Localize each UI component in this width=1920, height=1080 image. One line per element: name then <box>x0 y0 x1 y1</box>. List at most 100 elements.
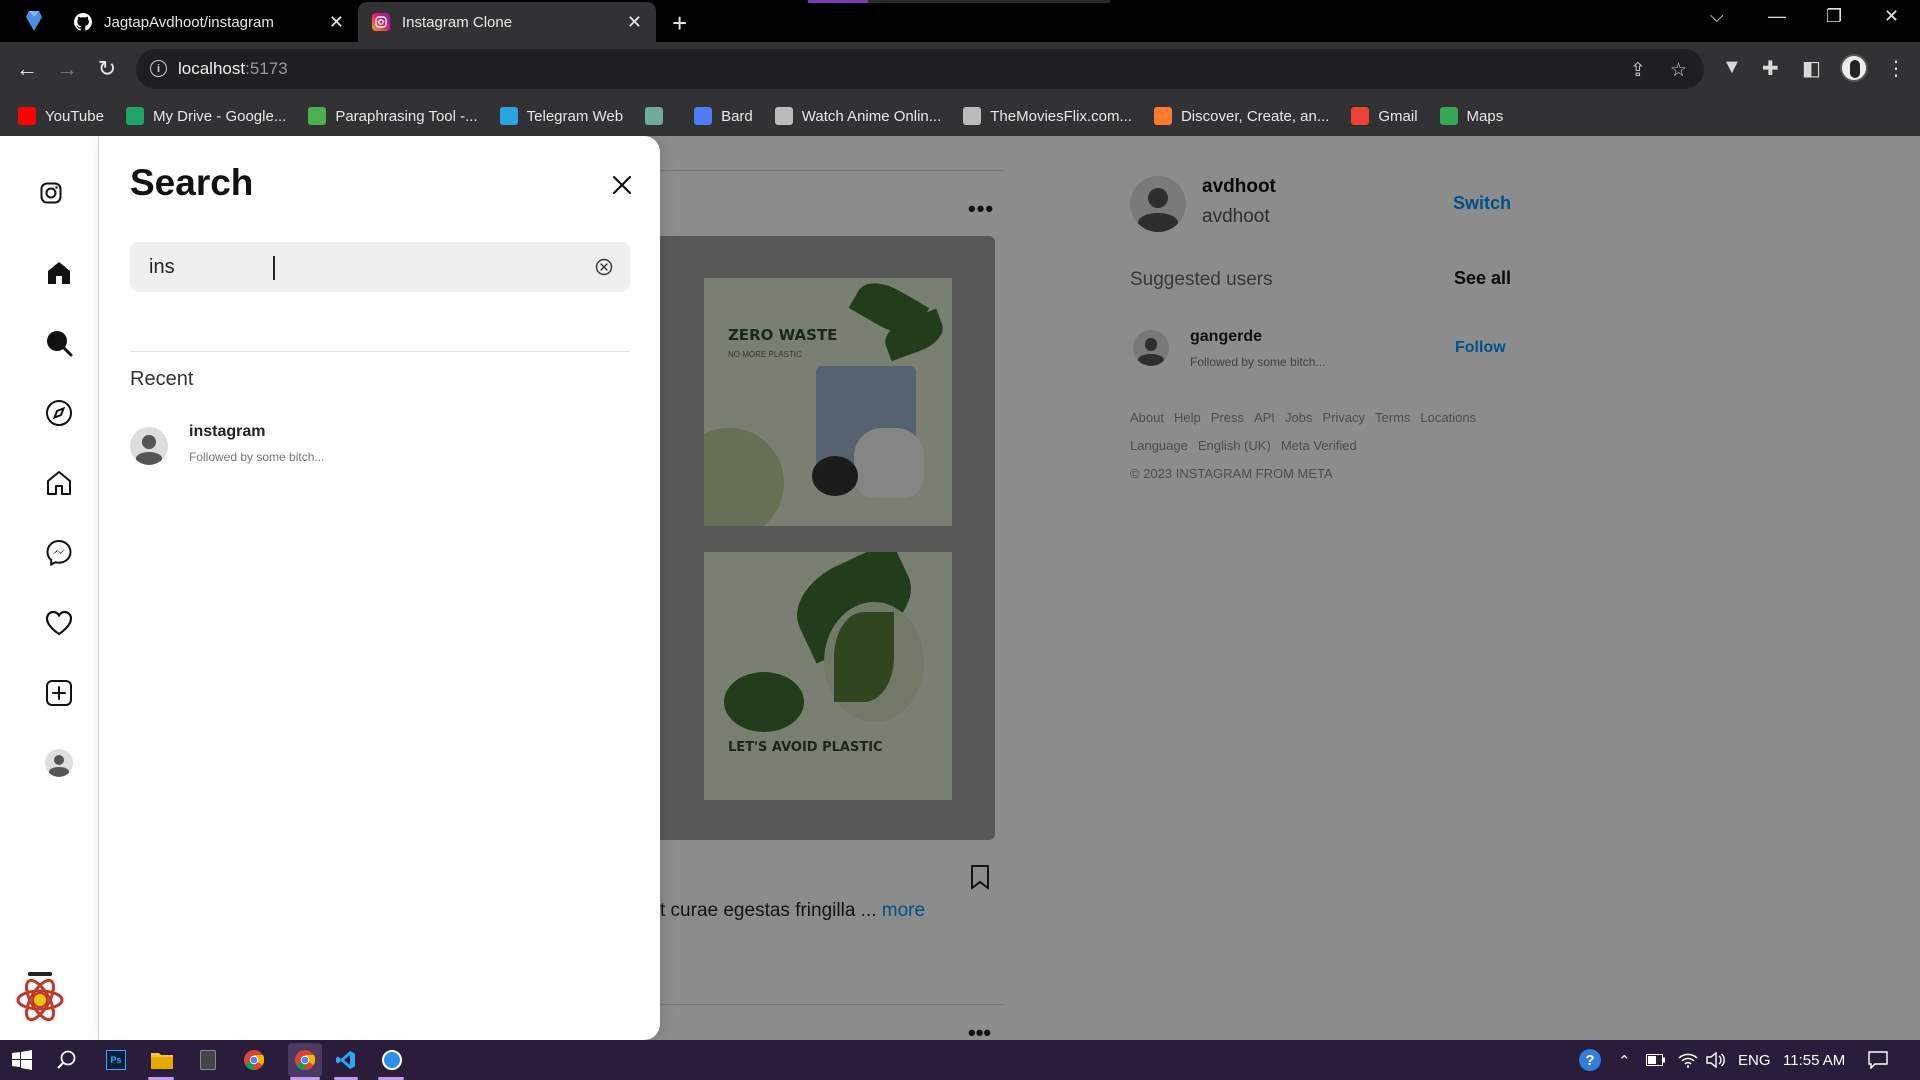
bookmark-item[interactable]: Paraphrasing Tool -... <box>308 107 478 125</box>
instagram-icon <box>372 13 390 31</box>
close-tab-icon[interactable]: ✕ <box>329 12 344 33</box>
gem-icon <box>26 11 42 31</box>
calculator-icon[interactable] <box>196 1048 220 1072</box>
bookmark-item[interactable]: Discover, Create, an... <box>1153 107 1330 125</box>
bookmark-item[interactable]: Watch Anime Onlin... <box>774 107 942 125</box>
recent-search-item[interactable]: instagram Followed by some bitch... <box>130 421 630 473</box>
bookmark-item[interactable]: Maps <box>1439 107 1503 125</box>
help-icon[interactable]: ? <box>1578 1048 1602 1072</box>
tab-search-icon[interactable]: ⌵ <box>1710 6 1724 27</box>
bookmark-item[interactable] <box>645 107 672 125</box>
home-filled-icon[interactable] <box>44 258 74 288</box>
tray-chevron-icon[interactable]: ⌃ <box>1618 1052 1631 1070</box>
bookmark-item[interactable]: YouTube <box>18 107 104 125</box>
avatar <box>130 427 168 465</box>
gmail-icon <box>1351 107 1370 125</box>
search-panel: Search Recent instagram Followed by some… <box>99 136 660 1040</box>
tab-instagram-clone[interactable]: Instagram Clone ✕ <box>358 2 656 42</box>
app-whale-icon[interactable] <box>380 1048 404 1072</box>
search-box[interactable] <box>130 242 630 292</box>
pinned-tab[interactable] <box>20 10 48 32</box>
search-icon[interactable] <box>55 1048 79 1072</box>
recent-heading: Recent <box>130 368 194 390</box>
language-indicator[interactable]: ENG <box>1738 1052 1771 1069</box>
browser-tabstrip: JagtapAvdhoot/instagram ✕ Instagram Clon… <box>0 0 1920 42</box>
github-icon <box>74 13 92 31</box>
battery-icon[interactable] <box>1644 1048 1668 1072</box>
profile-icon[interactable] <box>44 748 74 778</box>
bookmark-item[interactable]: Telegram Web <box>499 107 624 125</box>
maps-icon <box>1439 107 1458 125</box>
anime-icon <box>774 107 793 125</box>
wifi-icon[interactable] <box>1676 1048 1700 1072</box>
bookmark-item[interactable]: My Drive - Google... <box>125 107 287 125</box>
telegram-icon <box>499 107 518 125</box>
bookmark-item[interactable]: TheMoviesFlix.com... <box>963 107 1132 125</box>
tab-title: JagtapAvdhoot/instagram <box>104 13 274 31</box>
extensions-puzzle-icon[interactable]: ✚ <box>1762 56 1779 81</box>
chrome-active-icon[interactable] <box>288 1043 322 1077</box>
sidebar-nav <box>0 136 99 1040</box>
clock[interactable]: 11:55 AM <box>1783 1052 1845 1069</box>
minimize-icon[interactable]: — <box>1768 6 1786 27</box>
heart-icon[interactable] <box>44 608 74 638</box>
close-window-icon[interactable]: ✕ <box>1884 6 1899 27</box>
bookmark-item[interactable]: Bard <box>694 107 753 125</box>
clear-search-icon[interactable] <box>595 258 613 276</box>
bookmark-label: Gmail <box>1378 107 1418 125</box>
bookmark-label: Bard <box>721 107 753 125</box>
globe-icon <box>963 107 982 125</box>
reels-home-icon[interactable] <box>44 468 74 498</box>
windows-taskbar: Ps ? ⌃ ENG 11:55 AM <box>0 1040 1920 1080</box>
bookmark-label: TheMoviesFlix.com... <box>990 107 1132 125</box>
tab-github[interactable]: JagtapAvdhoot/instagram ✕ <box>60 2 358 42</box>
windows-start-icon[interactable] <box>10 1048 34 1072</box>
bookmark-label: Paraphrasing Tool -... <box>335 107 478 125</box>
browser-menu-icon[interactable]: ⋮ <box>1886 56 1906 81</box>
chatgpt-icon <box>645 107 664 125</box>
recent-subtitle: Followed by some bitch... <box>189 450 325 464</box>
profile-avatar[interactable] <box>1840 54 1868 82</box>
bookmark-star-icon[interactable]: ☆ <box>1670 59 1687 82</box>
address-bar[interactable]: i localhost:5173 ⇪ ☆ <box>136 49 1704 89</box>
browser-toolbar: ← → ↻ i localhost:5173 ⇪ ☆ ▼ ✚ ◧ ⋮ <box>0 42 1920 96</box>
bookmark-label: My Drive - Google... <box>152 107 287 125</box>
close-icon[interactable] <box>610 173 634 197</box>
side-panel-icon[interactable]: ◧ <box>1802 56 1821 81</box>
photoshop-icon[interactable]: Ps <box>104 1048 128 1072</box>
robot-icon <box>308 107 327 125</box>
tab-media-indicator <box>808 0 1110 3</box>
messenger-icon[interactable] <box>44 538 74 568</box>
create-post-icon[interactable] <box>44 678 74 708</box>
search-icon[interactable] <box>44 328 74 358</box>
new-tab-icon[interactable]: + <box>672 8 687 39</box>
forward-icon[interactable]: → <box>52 54 82 84</box>
bookmark-item[interactable]: Gmail <box>1351 107 1418 125</box>
restore-icon[interactable]: ❐ <box>1826 6 1842 27</box>
notifications-icon[interactable] <box>1866 1048 1890 1072</box>
divider <box>130 351 630 352</box>
site-info-icon[interactable]: i <box>150 60 167 77</box>
chrome-icon[interactable] <box>242 1048 266 1072</box>
bookmark-label: Watch Anime Onlin... <box>801 107 942 125</box>
file-explorer-icon[interactable] <box>150 1048 174 1072</box>
page-viewport: ••• ZERO WASTE NO MORE PLASTIC LET'S AVO… <box>0 136 1920 1040</box>
search-input[interactable] <box>149 252 569 282</box>
react-devtools-icon[interactable] <box>14 972 66 1024</box>
volume-icon[interactable] <box>1704 1048 1728 1072</box>
vscode-icon[interactable] <box>334 1048 358 1072</box>
close-tab-icon[interactable]: ✕ <box>627 12 642 33</box>
reload-icon[interactable]: ↻ <box>92 54 122 84</box>
recent-username: instagram <box>189 423 266 440</box>
explore-compass-icon[interactable] <box>44 398 74 428</box>
bookmark-label: Telegram Web <box>526 107 624 125</box>
address-url: localhost:5173 <box>178 59 288 78</box>
back-icon[interactable]: ← <box>12 54 42 84</box>
panel-title: Search <box>130 162 254 203</box>
bookmark-label: Discover, Create, an... <box>1180 107 1330 125</box>
instagram-logo-icon[interactable] <box>36 178 66 208</box>
bookmark-label: YouTube <box>45 107 104 125</box>
share-icon[interactable]: ⇪ <box>1630 59 1646 82</box>
text-caret <box>273 256 275 280</box>
vpn-extension-icon[interactable]: ▼ <box>1722 56 1742 79</box>
